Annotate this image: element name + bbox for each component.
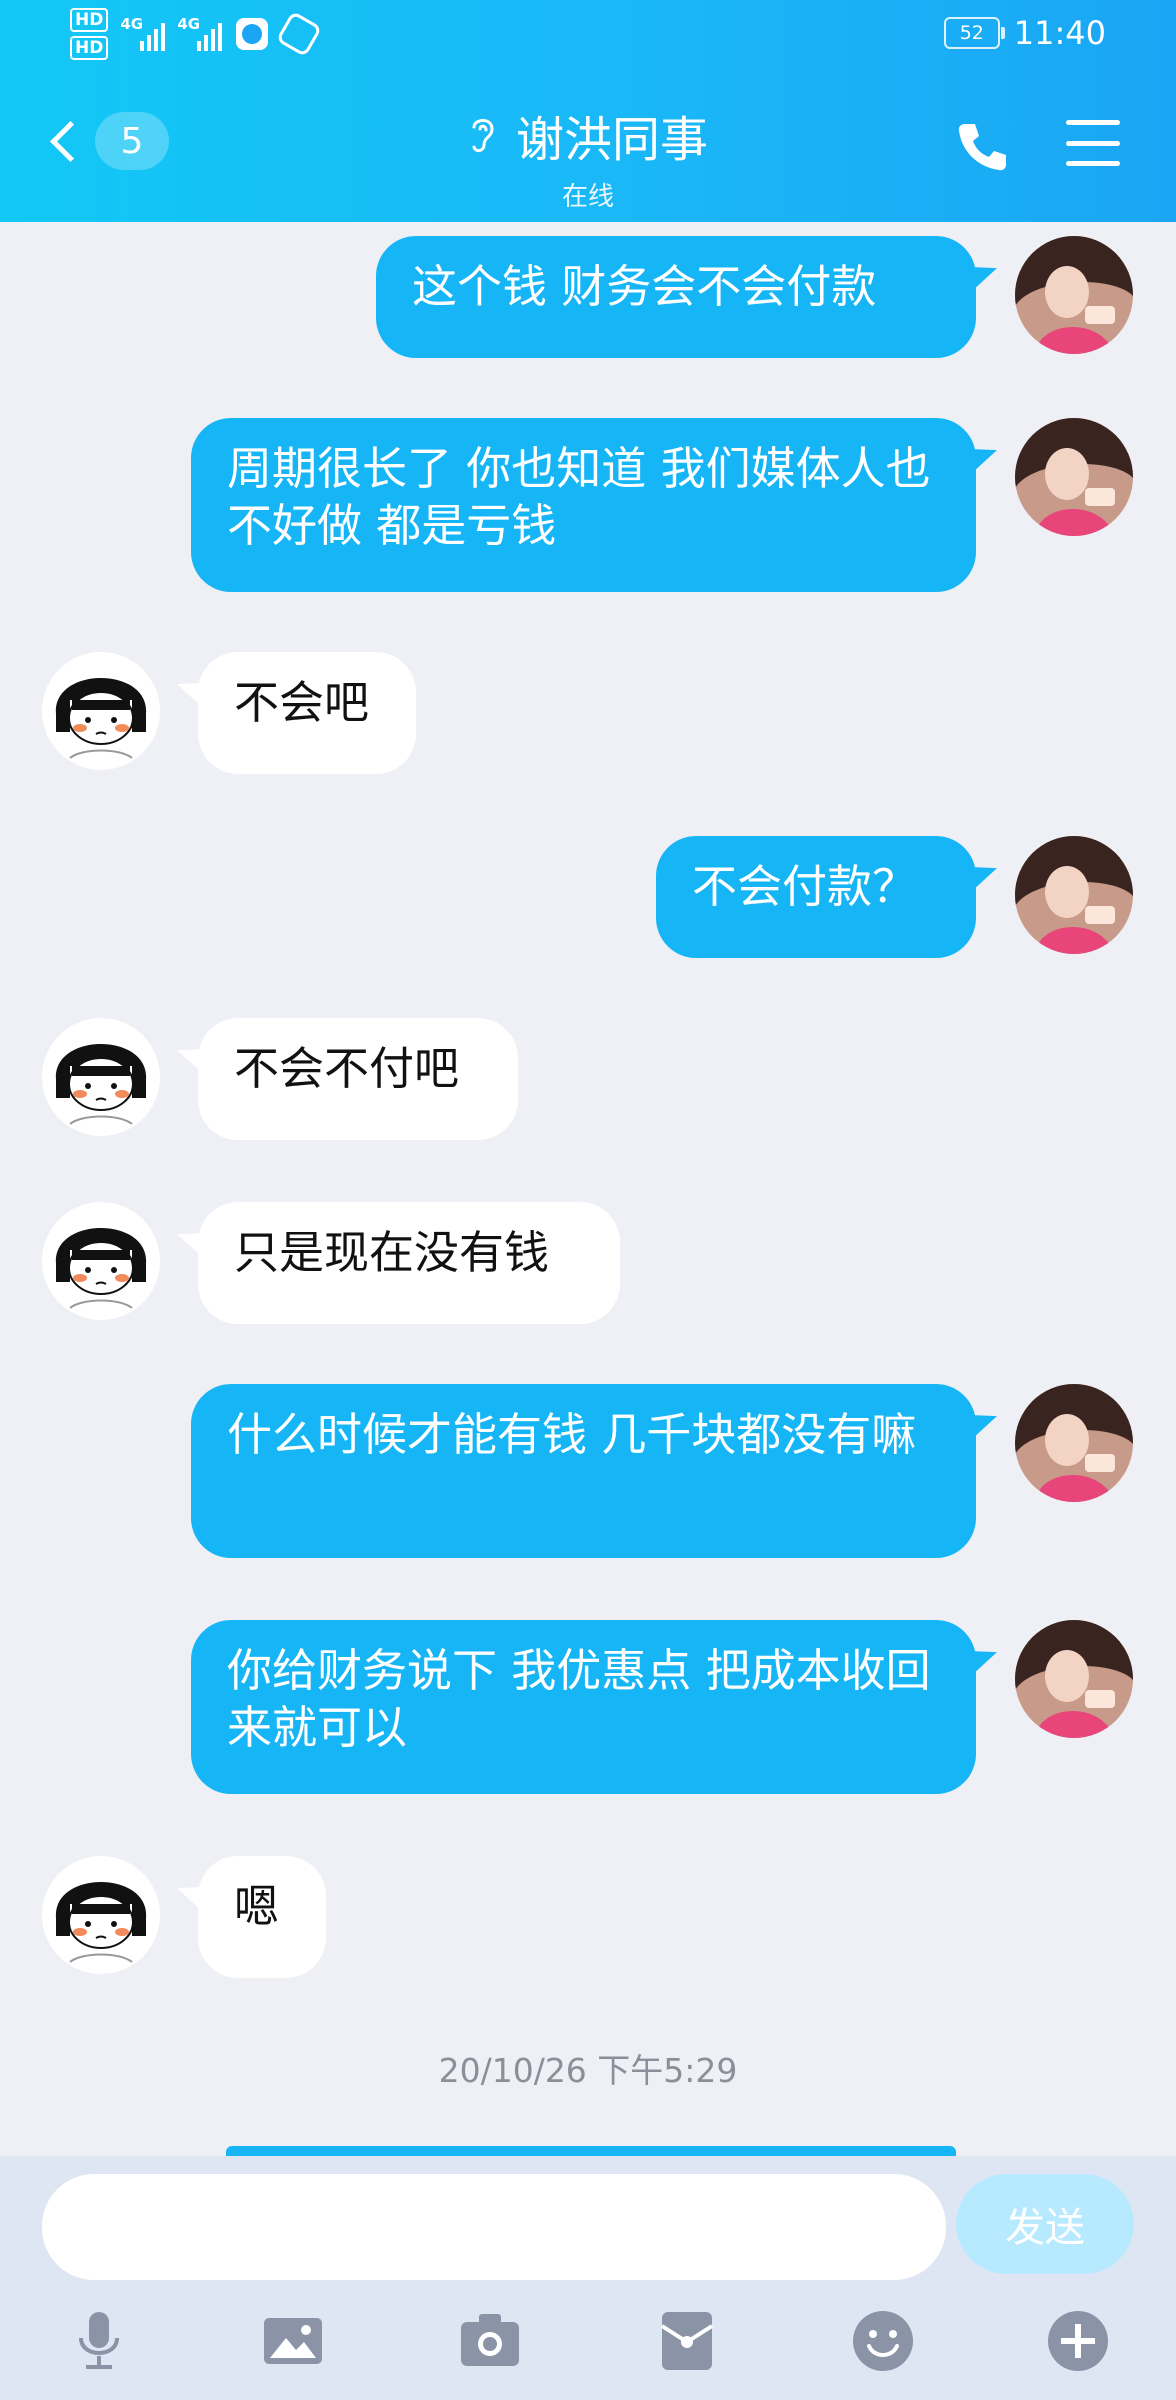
contact-status: 在线 <box>561 182 614 212</box>
status-time: 11:40 <box>1013 14 1106 52</box>
message-input[interactable] <box>42 2174 946 2280</box>
chat-header: HD HD 4G 4G 52 11:40 5 谢洪同事 在线 <box>0 0 1176 222</box>
plus-icon[interactable] <box>1043 2306 1113 2376</box>
contact-name[interactable]: 谢洪同事 <box>516 100 708 170</box>
input-bar: 发送 <box>0 2156 1176 2400</box>
message-bubble[interactable]: 这个钱 财务会不会付款 <box>376 236 976 358</box>
hand-notification-icon <box>276 10 323 58</box>
signal-icon: 4G <box>120 15 166 51</box>
message-bubble-partial <box>226 2146 956 2156</box>
avatar[interactable] <box>42 1018 160 1136</box>
signal-icon: 4G <box>177 15 223 51</box>
input-toolbar <box>0 2306 1176 2386</box>
avatar[interactable] <box>42 1202 160 1320</box>
app-notification-icon <box>236 18 269 50</box>
message-bubble[interactable]: 不会付款？ <box>656 836 976 958</box>
message-bubble[interactable]: 你给财务说下 我优惠点 把成本收回来就可以 <box>191 1620 976 1794</box>
message-timestamp: 20/10/26 下午5:29 <box>438 2051 738 2090</box>
avatar[interactable] <box>1015 1384 1133 1502</box>
battery-icon: 52 <box>943 17 1005 49</box>
avatar[interactable] <box>1015 418 1133 536</box>
phone-icon[interactable] <box>953 118 1011 176</box>
emoji-icon[interactable] <box>848 2306 918 2376</box>
image-icon[interactable] <box>258 2306 328 2376</box>
message-bubble[interactable]: 什么时候才能有钱 几千块都没有嘛 <box>191 1384 976 1558</box>
send-button[interactable]: 发送 <box>956 2174 1134 2274</box>
red-packet-icon[interactable] <box>652 2306 722 2376</box>
avatar[interactable] <box>42 652 160 770</box>
avatar[interactable] <box>1015 836 1133 954</box>
hd-badge: HD <box>70 36 109 60</box>
microphone-icon[interactable] <box>64 2306 134 2376</box>
message-bubble[interactable]: 嗯 <box>198 1856 326 1978</box>
message-bubble[interactable]: 不会不付吧 <box>198 1018 518 1140</box>
hd-badge: HD <box>70 8 109 32</box>
message-bubble[interactable]: 周期很长了 你也知道 我们媒体人也不好做 都是亏钱 <box>191 418 976 592</box>
message-bubble[interactable]: 只是现在没有钱 <box>198 1202 620 1324</box>
ear-icon[interactable] <box>468 115 498 155</box>
avatar[interactable] <box>1015 1620 1133 1738</box>
message-bubble[interactable]: 不会吧 <box>198 652 416 774</box>
avatar[interactable] <box>42 1856 160 1974</box>
avatar[interactable] <box>1015 236 1133 354</box>
camera-icon[interactable] <box>455 2306 525 2376</box>
menu-icon[interactable] <box>1066 120 1120 166</box>
status-bar: HD HD 4G 4G 52 11:40 <box>0 0 1176 70</box>
